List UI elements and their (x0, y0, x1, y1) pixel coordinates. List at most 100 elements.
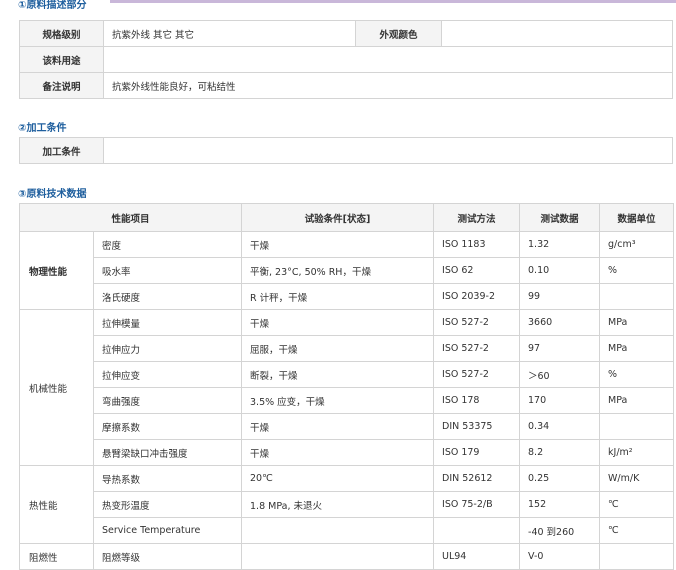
property-name: 拉伸应力 (92, 335, 243, 362)
test-method: DIN 53375 (433, 413, 521, 440)
unit: kJ/m² (599, 439, 675, 466)
unit: MPa (599, 387, 675, 414)
category-cell: 热性能 (19, 465, 94, 544)
top-accent-bar (110, 0, 676, 3)
test-value: -40 到260 (519, 517, 601, 544)
property-name: 导热系数 (92, 465, 243, 492)
table-row: 悬臂梁缺口冲击强度 干燥 ISO 179 8.2 kJ/m² (20, 439, 675, 466)
header-method: 测试方法 (433, 203, 521, 232)
header-value: 测试数据 (519, 203, 601, 232)
unit: ℃ (599, 491, 675, 518)
table-header-row: 性能项目 试验条件[状态] 测试方法 测试数据 数据单位 (18, 203, 675, 232)
test-value: 8.2 (519, 439, 601, 466)
unit (599, 283, 675, 310)
test-condition: 屈服，干燥 (241, 335, 435, 362)
test-value: 97 (519, 335, 601, 362)
table-row: 弯曲强度 3.5% 应变，干燥 ISO 178 170 MPa (20, 387, 675, 414)
test-condition: 断裂，干燥 (241, 361, 435, 388)
note-value: 抗紫外线性能良好，可粘结性 (103, 72, 673, 99)
test-method: ISO 75-2/B (433, 491, 521, 518)
test-value: 3660 (519, 309, 601, 336)
table-row: 该料用途 (19, 46, 673, 73)
unit (599, 413, 675, 440)
table-row: 拉伸应变 断裂，干燥 ISO 527-2 ＞60% (20, 361, 675, 388)
test-condition: 1.8 MPa, 未退火 (241, 491, 435, 518)
property-name: 热变形温度 (92, 491, 243, 518)
property-name: 悬臂梁缺口冲击强度 (92, 439, 243, 466)
unit: g/cm³ (599, 231, 675, 258)
test-value: V-0 (519, 543, 601, 570)
test-condition: 平衡, 23°C, 50% RH，干燥 (241, 257, 435, 284)
unit: % (599, 361, 675, 388)
test-method: ISO 178 (433, 387, 521, 414)
grade-value: 抗紫外线 其它 其它 (103, 20, 356, 47)
table-row: 吸水率 平衡, 23°C, 50% RH，干燥 ISO 62 0.10% (20, 257, 675, 284)
test-condition: 干燥 (241, 231, 435, 258)
test-method: ISO 2039-2 (433, 283, 521, 310)
unit: ℃ (599, 517, 675, 544)
test-method: ISO 527-2 (433, 335, 521, 362)
property-name: 吸水率 (92, 257, 243, 284)
property-name: 摩擦系数 (92, 413, 243, 440)
unit: W/m/K (599, 465, 675, 492)
property-name: 阻燃等级 (92, 543, 243, 570)
property-name: 洛氏硬度 (92, 283, 243, 310)
category-cell: 物理性能 (19, 231, 94, 310)
test-condition: 干燥 (241, 413, 435, 440)
unit (599, 543, 675, 570)
property-name: 拉伸模量 (92, 309, 243, 336)
test-condition: 干燥 (241, 439, 435, 466)
test-method: ISO 1183 (433, 231, 521, 258)
test-method: ISO 179 (433, 439, 521, 466)
category-cell: 机械性能 (19, 309, 94, 466)
processing-value (103, 137, 673, 164)
unit: MPa (599, 309, 675, 336)
table-row: 加工条件 (19, 137, 673, 164)
test-value: 0.25 (519, 465, 601, 492)
test-value: 0.34 (519, 413, 601, 440)
unit: % (599, 257, 675, 284)
description-table: 规格级别 抗紫外线 其它 其它 外观颜色 该料用途 备注说明 抗紫外线性能良好，… (19, 20, 673, 99)
header-condition: 试验条件[状态] (241, 203, 435, 232)
table-row: 规格级别 抗紫外线 其它 其它 外观颜色 (19, 20, 673, 47)
property-name: Service Temperature (92, 517, 243, 544)
test-value: 99 (519, 283, 601, 310)
test-value: 170 (519, 387, 601, 414)
section-title-description: ①原料描述部分 (18, 0, 87, 11)
test-condition: 干燥 (241, 309, 435, 336)
table-row: 物理性能 密度 干燥 ISO 1183 1.32 g/cm³ (19, 231, 675, 310)
grade-label: 规格级别 (19, 20, 104, 47)
category-cell: 阻燃性 (19, 543, 94, 570)
color-value (441, 20, 673, 47)
property-name: 弯曲强度 (92, 387, 243, 414)
test-method (433, 517, 521, 544)
header-unit: 数据单位 (599, 203, 675, 232)
property-name: 拉伸应变 (92, 361, 243, 388)
test-condition (241, 517, 435, 544)
table-row: 摩擦系数 干燥 DIN 53375 0.34 (20, 413, 675, 440)
note-label: 备注说明 (19, 72, 104, 99)
test-method: ISO 527-2 (433, 309, 521, 336)
table-row: 机械性能 拉伸模量 干燥 ISO 527-2 3660 MPa (19, 309, 675, 466)
test-method: UL94 (433, 543, 521, 570)
property-name: 密度 (92, 231, 243, 258)
table-row: Service Temperature -40 到260 ℃ (20, 517, 675, 544)
test-value: 1.32 (519, 231, 601, 258)
test-method: DIN 52612 (433, 465, 521, 492)
test-condition: 20℃ (241, 465, 435, 492)
test-condition: 3.5% 应变，干燥 (241, 387, 435, 414)
table-row: 热变形温度 1.8 MPa, 未退火 ISO 75-2/B 152 ℃ (20, 491, 675, 518)
table-row: 热性能 导热系数 20℃ DIN 52612 0.25 W/m/K (19, 465, 675, 544)
processing-table: 加工条件 (19, 137, 673, 164)
table-row: 拉伸应力 屈服，干燥 ISO 527-2 97 MPa (20, 335, 675, 362)
header-property: 性能项目 (18, 203, 243, 232)
test-method: ISO 527-2 (433, 361, 521, 388)
processing-label: 加工条件 (19, 137, 104, 164)
section-title-processing: ②加工条件 (18, 123, 67, 134)
test-value: 152 (519, 491, 601, 518)
table-row: 备注说明 抗紫外线性能良好，可粘结性 (19, 72, 673, 99)
test-method: ISO 62 (433, 257, 521, 284)
use-label: 该料用途 (19, 46, 104, 73)
table-row: 洛氏硬度 R 计秤，干燥 ISO 2039-2 99 (20, 283, 675, 310)
table-row: 阻燃性 阻燃等级 UL94 V-0 (19, 543, 675, 570)
